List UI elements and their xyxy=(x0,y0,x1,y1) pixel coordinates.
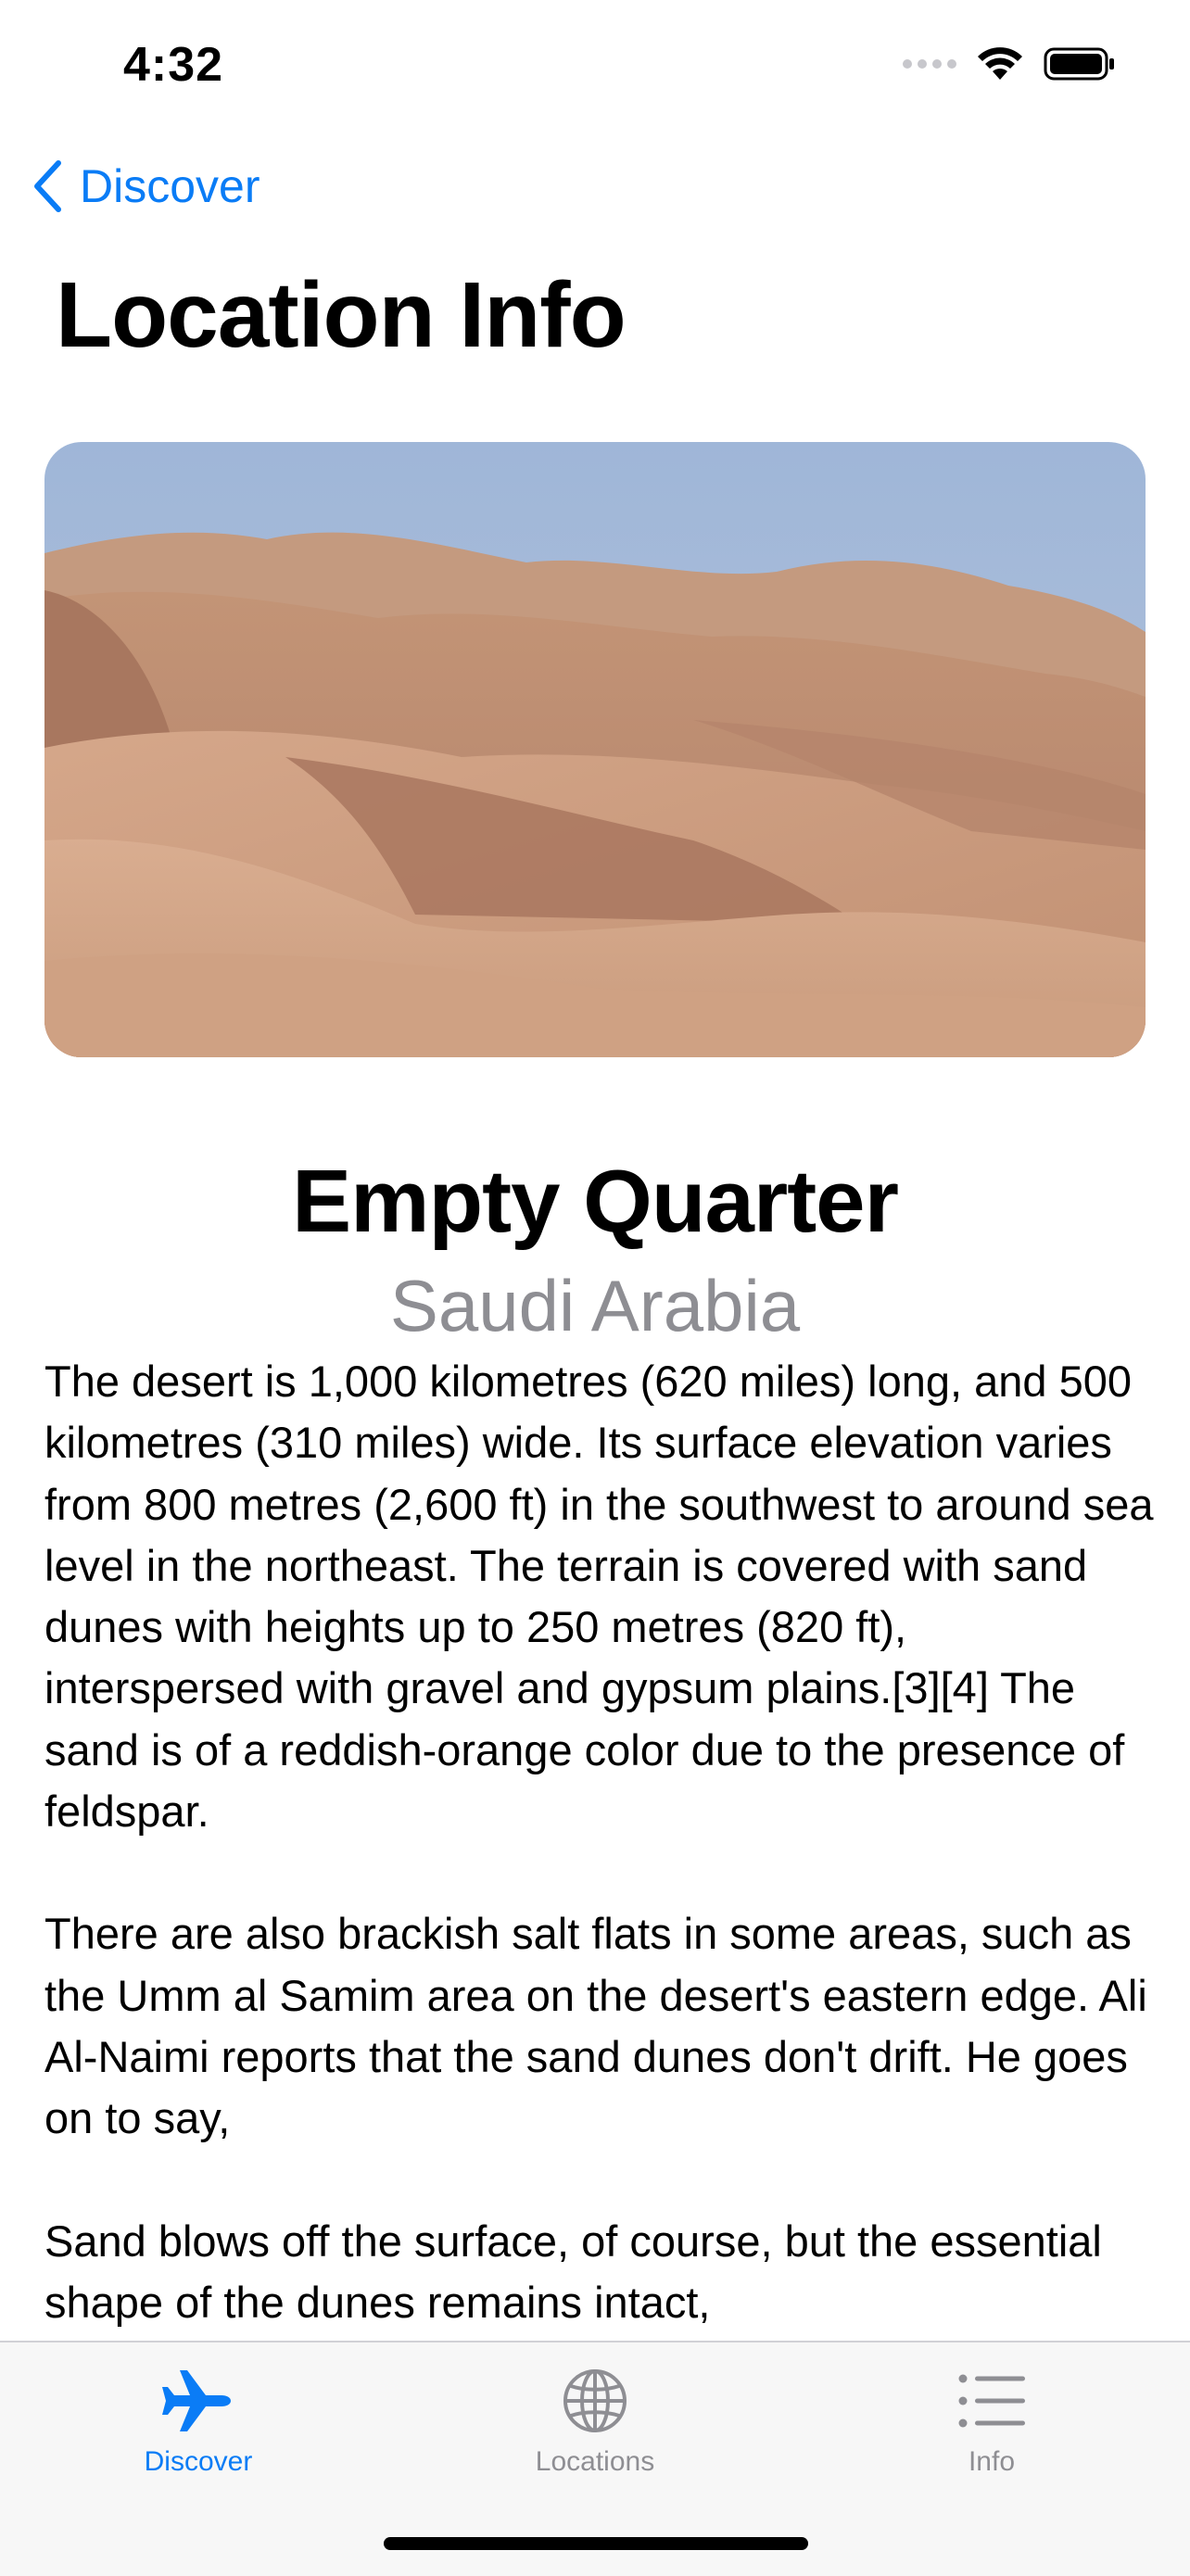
status-bar: 4:32 xyxy=(0,0,1190,130)
description-paragraph: Sand blows off the surface, of course, b… xyxy=(44,2216,1102,2327)
tab-locations-label: Locations xyxy=(535,2446,655,2477)
home-indicator[interactable] xyxy=(384,2537,808,2550)
status-time: 4:32 xyxy=(123,38,224,92)
location-name: Empty Quarter xyxy=(292,1152,899,1251)
airplane-icon xyxy=(162,2370,231,2431)
back-button[interactable]: Discover xyxy=(32,159,260,213)
globe-icon xyxy=(563,2369,627,2432)
cellular-signal-icon xyxy=(903,59,956,69)
page-title: Location Info xyxy=(56,263,627,367)
location-country: Saudi Arabia xyxy=(389,1265,801,1346)
description-paragraph: There are also brackish salt flats in so… xyxy=(44,1909,1147,2143)
tab-info[interactable]: Info xyxy=(793,2342,1190,2509)
tab-discover-label: Discover xyxy=(144,2446,253,2477)
chevron-left-icon xyxy=(34,160,61,212)
battery-icon xyxy=(1044,47,1114,81)
tab-locations[interactable]: Locations xyxy=(397,2342,793,2509)
tab-info-label: Info xyxy=(968,2446,1016,2477)
list-icon xyxy=(958,2374,1025,2428)
tab-discover[interactable]: Discover xyxy=(0,2342,397,2509)
description-paragraph: The desert is 1,000 kilometres (620 mile… xyxy=(44,1357,1154,1837)
back-button-label: Discover xyxy=(80,160,260,212)
wifi-icon xyxy=(978,47,1022,80)
location-description: The desert is 1,000 kilometres (620 mile… xyxy=(44,1351,1157,2342)
status-icons xyxy=(903,46,1116,82)
location-photo xyxy=(44,442,1146,1057)
